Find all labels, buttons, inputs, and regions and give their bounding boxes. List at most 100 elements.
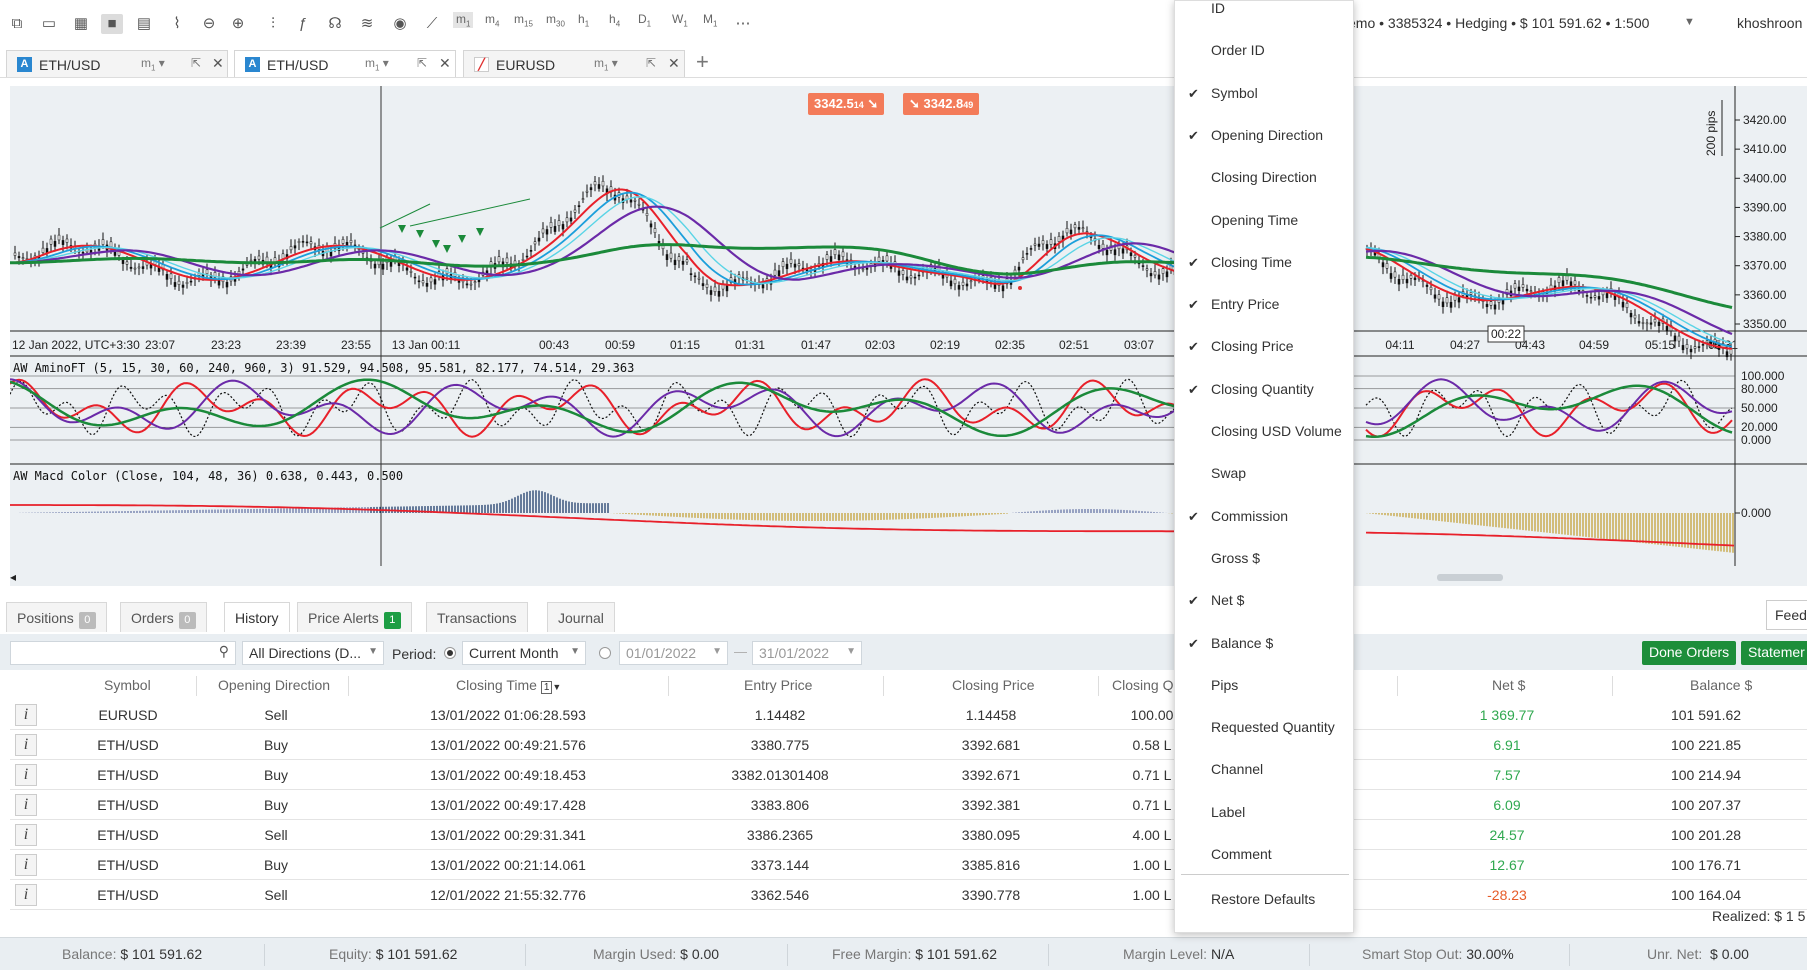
tab-positions[interactable]: Positions 0 [6,602,107,632]
date-range-radio[interactable] [599,647,611,659]
tab-orders[interactable]: Orders 0 [120,602,207,632]
menu-item-closing-usd-volume[interactable]: Closing USD Volume [1175,411,1355,453]
period-radio[interactable] [444,647,456,659]
col-header-net[interactable]: Net $ [1492,677,1525,693]
menu-item-channel[interactable]: Channel [1175,749,1355,791]
eye-icon[interactable]: ◉ [389,14,411,34]
timeframe-W1[interactable]: W1 [672,12,688,28]
col-header-closing-price[interactable]: Closing Price [952,677,1034,693]
date-to-input[interactable]: 31/01/2022 ▼ [752,641,862,665]
table-row[interactable]: i EURUSD Sell 13/01/2022 01:06:28.593 1.1448… [10,700,1807,730]
menu-item-balance[interactable]: ✔ Balance $ [1175,623,1355,665]
layout-icon[interactable]: ▭ [38,14,60,34]
chart-tab-1[interactable]: A ETH/USD m1 ▾ ⇱ ✕ [6,50,228,77]
menu-item-gross[interactable]: Gross $ [1175,538,1355,580]
candles-icon[interactable]: ⫶ [262,14,284,34]
username[interactable]: khoshroon [1737,15,1802,31]
split-layout-icon[interactable]: ▤ [133,14,155,34]
menu-item-net[interactable]: ✔ Net $ [1175,580,1355,622]
table-row[interactable]: i ETH/USD Sell 12/01/2022 21:55:32.776 3362.… [10,880,1807,910]
col-header-closing-time[interactable]: Closing Time 1 ▼ [456,677,561,694]
timeframe-h4[interactable]: h4 [609,12,620,28]
close-icon[interactable]: ✕ [439,55,451,72]
indicators-icon[interactable]: ƒ [292,14,314,34]
menu-item-commission[interactable]: ✔ Commission [1175,496,1355,538]
single-layout-icon[interactable]: ■ [101,14,123,34]
chart-tab-3[interactable]: ╱ EURUSD m1 ▾ ⇱ ✕ [463,50,685,77]
zoom-out-icon[interactable]: ⊖ [198,14,220,34]
menu-item-closing-direction[interactable]: Closing Direction [1175,157,1355,199]
col-header-opening-direction[interactable]: Opening Direction [218,677,330,693]
tab-price-alerts[interactable]: Price Alerts 1 [297,602,412,632]
table-row[interactable]: i ETH/USD Buy 13/01/2022 00:49:18.453 3382.0… [10,760,1807,790]
chart-tab-timeframe[interactable]: m1 ▾ [594,56,618,72]
search-input[interactable]: ⚲ [10,641,236,665]
account-info[interactable]: emo • 3385324 • Hedging • $ 101 591.62 •… [1348,15,1649,31]
close-icon[interactable]: ✕ [212,55,224,72]
grid-layout-icon[interactable]: ▦ [70,14,92,34]
timeframe-M1[interactable]: M1 [703,12,717,28]
menu-item-label[interactable]: Label [1175,792,1355,834]
menu-item-pips[interactable]: Pips [1175,665,1355,707]
close-icon[interactable]: ✕ [668,55,680,72]
col-header-symbol[interactable]: Symbol [104,677,151,693]
chart-canvas[interactable]: 3420.00 3410.00 3400.00 3390.00 3380.00 3370.… [10,86,1807,586]
layers-icon[interactable]: ≋ [356,14,378,34]
menu-item-closing-quantity[interactable]: ✔ Closing Quantity [1175,369,1355,411]
chart-tab-timeframe[interactable]: m1 ▾ [365,56,389,72]
direction-select[interactable]: All Directions (D... ▼ [242,641,384,665]
date-from-input[interactable]: 01/01/2022 ▼ [619,641,728,665]
menu-item-closing-time[interactable]: ✔ Closing Time [1175,242,1355,284]
popout-icon[interactable]: ⇱ [417,56,427,70]
period-select[interactable]: Current Month ▼ [462,641,586,665]
account-dropdown-icon[interactable]: ▼ [1684,16,1695,28]
menu-item-opening-direction[interactable]: ✔ Opening Direction [1175,115,1355,157]
menu-item-entry-price[interactable]: ✔ Entry Price [1175,284,1355,326]
info-icon[interactable]: i [15,854,37,876]
chart-tab-timeframe[interactable]: m1 ▾ [141,56,165,72]
statement-button[interactable]: Statemer [1741,641,1807,665]
timeframe-m15[interactable]: m15 [514,12,533,28]
col-header-entry-price[interactable]: Entry Price [744,677,812,693]
tab-journal[interactable]: Journal [547,602,615,632]
timeframe-m30[interactable]: m30 [546,12,565,28]
col-header-closing-quantity[interactable]: Closing Q [1112,677,1173,693]
feedback-button[interactable]: Feedb [1766,600,1807,630]
done-orders-button[interactable]: Done Orders [1642,641,1737,665]
timeframe-h1[interactable]: h1 [578,12,589,28]
menu-item-comment[interactable]: Comment [1175,834,1355,876]
buy-price-button[interactable]: ➘ 3342.849 [903,93,980,115]
menu-item-swap[interactable]: Swap [1175,453,1355,495]
screenshot-icon[interactable]: ⧉ [6,14,28,34]
add-tab-icon[interactable]: + [696,49,709,75]
menu-item-order-id[interactable]: Order ID [1175,30,1355,72]
menu-item-closing-price[interactable]: ✔ Closing Price [1175,326,1355,368]
info-icon[interactable]: i [15,824,37,846]
cbot-icon[interactable]: ☊ [324,14,346,34]
more-icon[interactable]: ⋯ [732,14,754,34]
sell-price-button[interactable]: 3342.514 ➘ [808,93,885,115]
menu-item-id[interactable]: ID [1175,0,1355,30]
table-row[interactable]: i ETH/USD Buy 13/01/2022 00:49:17.428 3383.8… [10,790,1807,820]
col-header-balance[interactable]: Balance $ [1690,677,1752,693]
info-icon[interactable]: i [15,764,37,786]
info-icon[interactable]: i [15,734,37,756]
restore-defaults-button[interactable]: Restore Defaults [1175,879,1355,921]
info-icon[interactable]: i [15,794,37,816]
menu-item-requested-quantity[interactable]: Requested Quantity [1175,707,1355,749]
tab-transactions[interactable]: Transactions [426,602,528,632]
chart-type-icon[interactable]: ⌇ [166,14,188,34]
table-row[interactable]: i ETH/USD Buy 13/01/2022 00:49:21.576 3380.7… [10,730,1807,760]
info-icon[interactable]: i [15,704,37,726]
timeframe-m1[interactable]: m1 [453,12,474,29]
chart-area[interactable]: 3420.00 3410.00 3400.00 3390.00 3380.00 3370.… [10,86,1807,586]
popout-icon[interactable]: ⇱ [191,56,201,70]
menu-item-symbol[interactable]: ✔ Symbol [1175,73,1355,115]
menu-item-opening-time[interactable]: Opening Time [1175,200,1355,242]
popout-icon[interactable]: ⇱ [646,56,656,70]
chart-tab-2[interactable]: A ETH/USD m1 ▾ ⇱ ✕ [234,50,456,77]
timeframe-m4[interactable]: m4 [485,12,499,28]
table-row[interactable]: i ETH/USD Sell 13/01/2022 00:29:31.341 3386.… [10,820,1807,850]
drawing-tool-icon[interactable]: ⟋ [421,14,443,34]
zoom-in-icon[interactable]: ⊕ [227,14,249,34]
